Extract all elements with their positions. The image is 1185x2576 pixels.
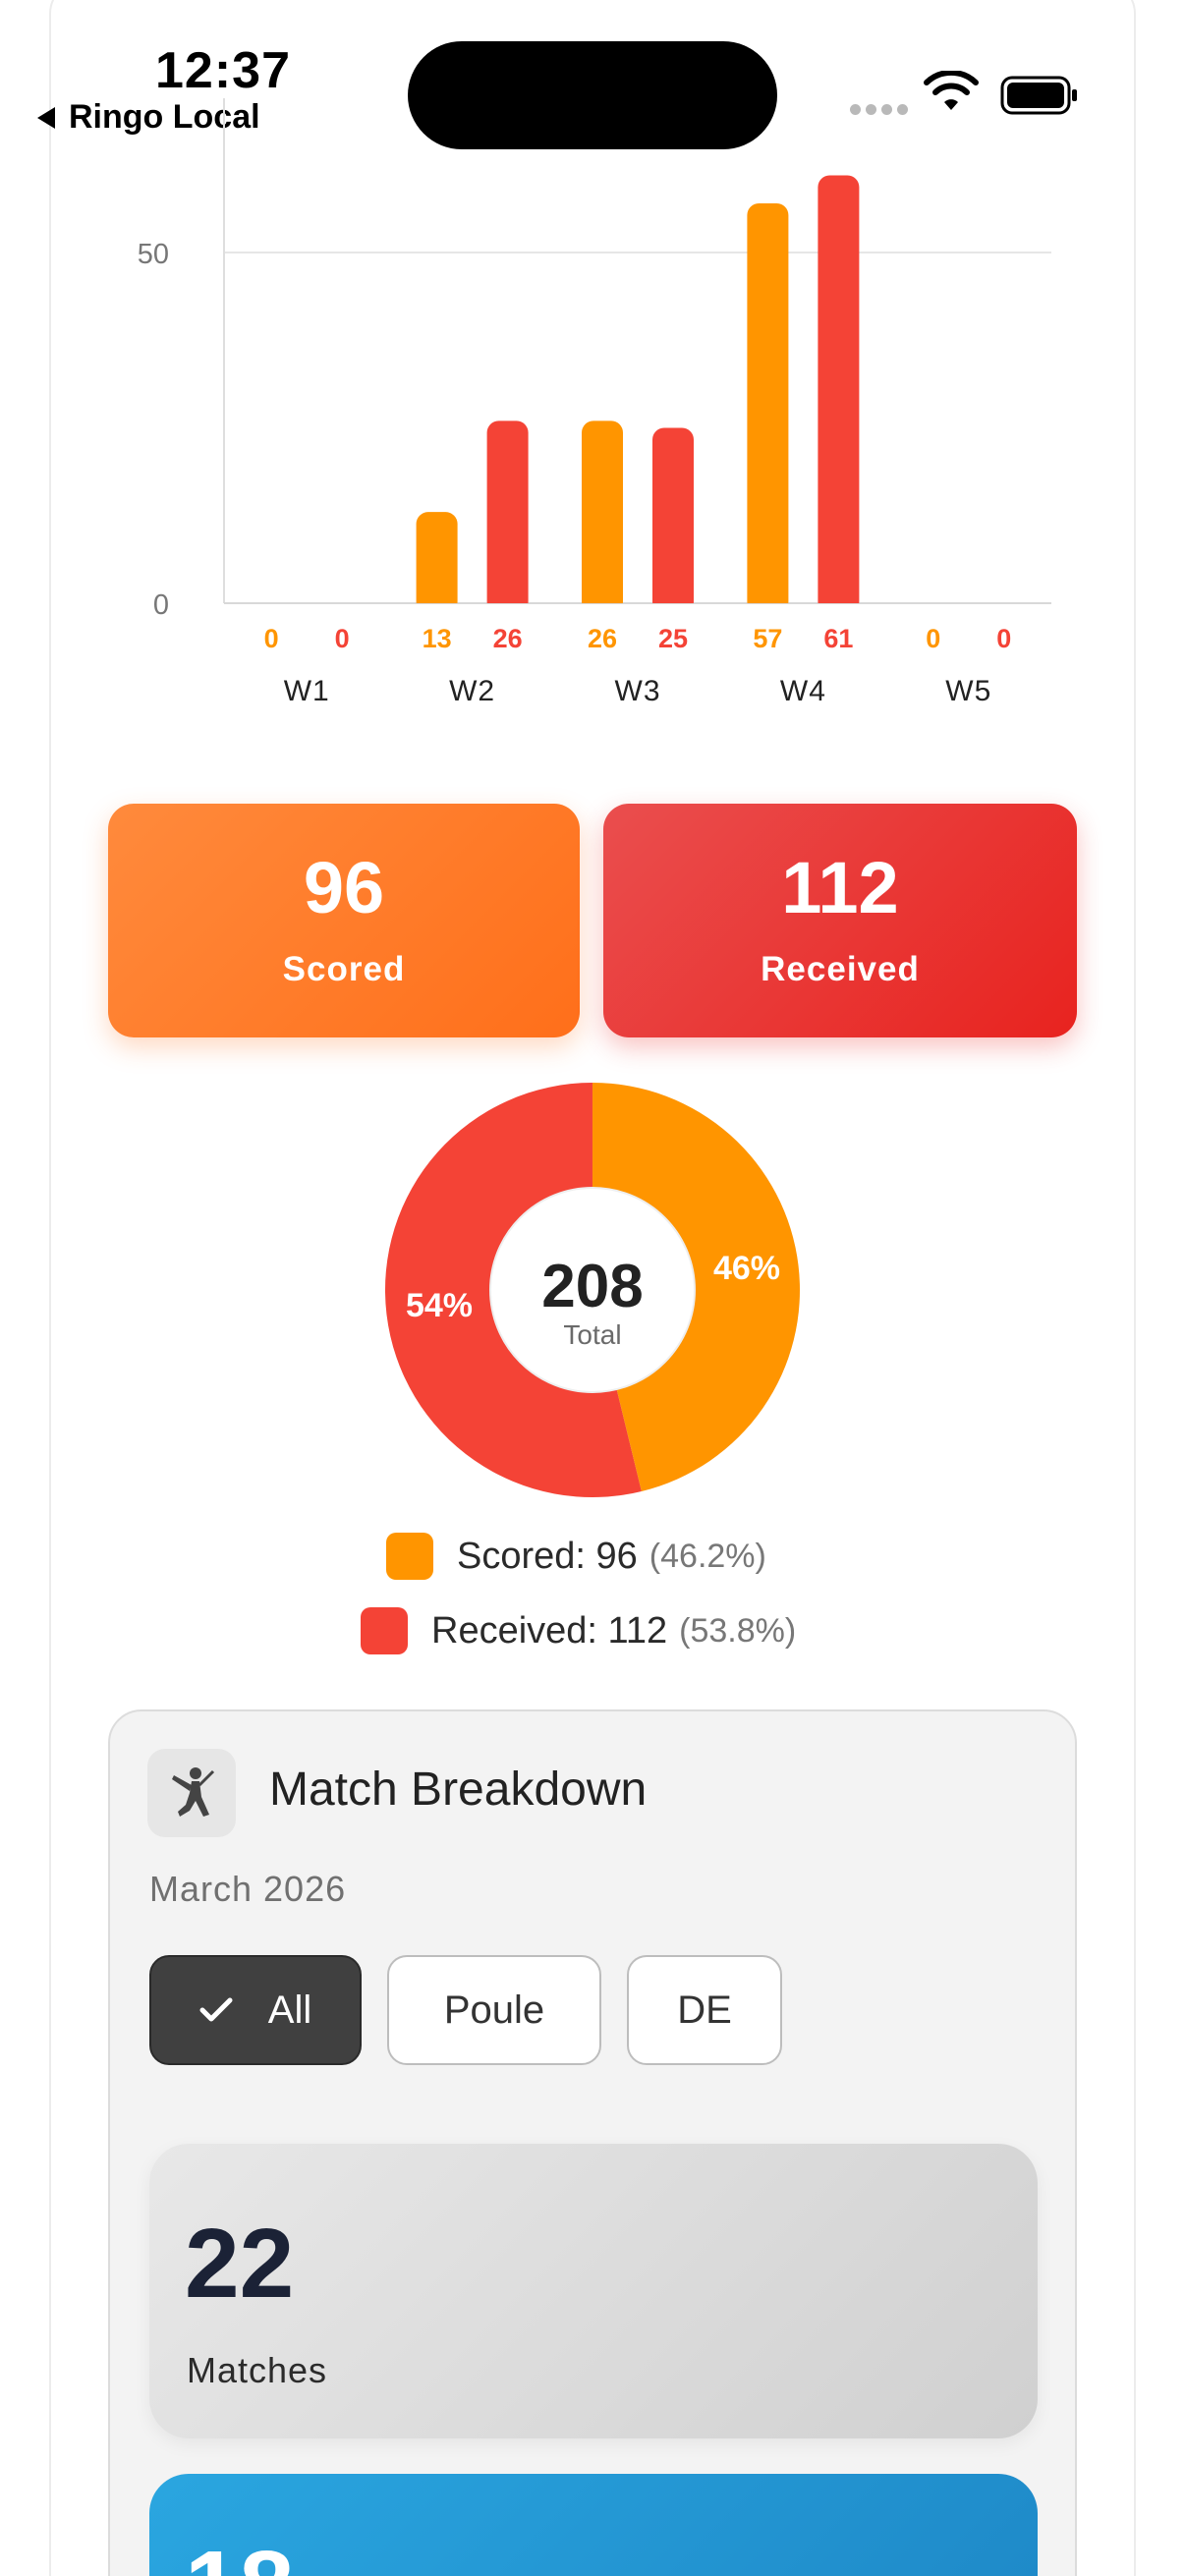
y-tick-label: 0 (153, 589, 169, 621)
data-label-scored: 0 (264, 624, 279, 653)
bar-scored (416, 512, 458, 603)
filter-chip-de-label: DE (677, 1988, 732, 2032)
received-total-label: Received (761, 950, 920, 988)
x-tick-label: W5 (945, 675, 991, 707)
legend-received-label: Received: 112 (431, 1609, 668, 1652)
wins-count-card[interactable]: 18 (149, 2474, 1038, 2576)
matches-count-value: 22 (185, 2209, 295, 2319)
breakdown-period: March 2026 (149, 1869, 347, 1909)
weekly-bar-chart: 0500 0W113 26W226 25W357 61W40 0W5 (138, 98, 1051, 707)
legend-scored-label: Scored: 96 (457, 1535, 638, 1577)
legend-swatch-received (361, 1607, 408, 1654)
donut-total-value: 208 (541, 1253, 643, 1320)
legend-received-pct: (53.8%) (679, 1611, 797, 1650)
breakdown-title: Match Breakdown (269, 1764, 648, 1816)
donut-total-label: Total (563, 1319, 621, 1350)
received-total-card: 112 Received (603, 804, 1077, 1037)
data-label-received: 25 (658, 624, 688, 653)
match-type-filter: All Poule DE (149, 1955, 782, 2065)
data-label-scored: 0 (926, 624, 940, 653)
bar-received (652, 427, 694, 603)
scored-total-label: Scored (282, 950, 406, 988)
x-tick-label: W2 (449, 675, 495, 707)
bar-received (486, 420, 529, 603)
app-screen: 12:37 Ringo Local 0 50 0 0 W1 13 26 W2 26 25 W3 57 6… (0, 0, 1185, 2576)
bar-received (818, 175, 860, 603)
wins-count-value: 18 (185, 2537, 294, 2576)
donut-scored-pct: 46% (713, 1250, 780, 1287)
bar-scored (582, 420, 623, 603)
legend-item-received: Received: 112 (53.8%) (361, 1607, 796, 1654)
x-tick-label: W1 (284, 675, 330, 707)
filter-chip-poule-label: Poule (443, 1988, 545, 2032)
data-label-scored: 26 (588, 624, 617, 653)
legend-item-scored: Scored: 96 (46.2%) (386, 1533, 766, 1580)
data-label-received: 61 (823, 624, 853, 653)
data-label-received: 0 (335, 624, 350, 653)
filter-chip-all-label: All (267, 1988, 312, 2032)
x-tick-label: W4 (780, 675, 826, 707)
x-tick-label: W3 (615, 675, 661, 707)
filter-chip-all[interactable]: All (149, 1955, 362, 2065)
match-breakdown-card: Match Breakdown March 2026 All Poule DE … (108, 1709, 1077, 2576)
scored-total-card: 96 Scored (108, 804, 580, 1037)
y-tick-label: 50 (138, 239, 169, 270)
bar-scored (747, 203, 789, 603)
matches-count-card[interactable]: 22 Matches (149, 2144, 1038, 2438)
checkmark-icon (199, 1997, 233, 2022)
fencer-icon (147, 1749, 236, 1837)
data-label-scored: 13 (423, 624, 452, 653)
matches-count-label: Matches (187, 2350, 328, 2390)
filter-chip-de[interactable]: DE (627, 1955, 782, 2065)
received-total-value: 112 (781, 847, 899, 928)
data-label-scored: 57 (753, 624, 782, 653)
data-label-received: 26 (493, 624, 523, 653)
legend-swatch-scored (386, 1533, 433, 1580)
data-label-received: 0 (996, 624, 1011, 653)
legend-scored-pct: (46.2%) (649, 1537, 766, 1575)
donut-received-pct: 54% (406, 1287, 473, 1324)
filter-chip-poule[interactable]: Poule (387, 1955, 601, 2065)
scored-total-value: 96 (303, 847, 385, 928)
scored-received-donut-chart: 208 Total 46% 54% (385, 1083, 800, 1497)
